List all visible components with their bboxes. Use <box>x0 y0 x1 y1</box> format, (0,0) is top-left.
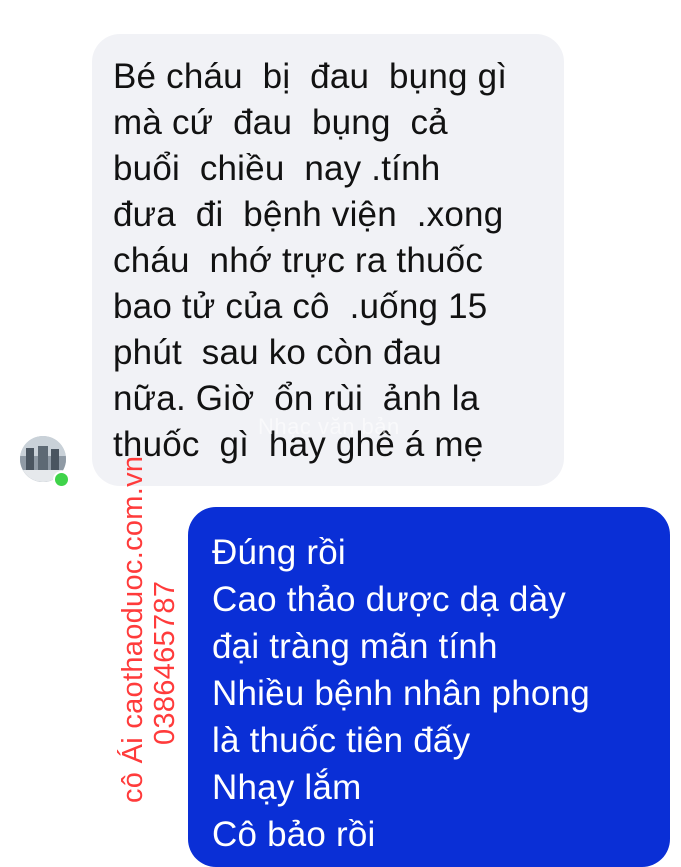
message-line: Cô bảo rồi <box>212 815 376 854</box>
message-line: mà cứ đau bụng cả <box>113 103 448 142</box>
message-line: đại tràng mãn tính <box>212 627 498 666</box>
message-line: Cao thảo dược dạ dày <box>212 580 566 619</box>
faint-watermark: Nhạc văn bản <box>258 414 400 439</box>
online-status-icon <box>53 471 70 488</box>
watermark-phone: 0386465787 <box>149 580 181 745</box>
message-line: Bé cháu bị đau bụng gì <box>113 57 508 96</box>
message-line: cháu nhớ trực ra thuốc <box>113 241 484 280</box>
chat-conversation: Bé cháu bị đau bụng gì mà cứ đau bụng cả… <box>0 0 681 867</box>
message-line: bao tử của cô .uống 15 <box>113 287 488 326</box>
message-line: phút sau ko còn đau <box>113 333 442 372</box>
message-line: Nhiều bệnh nhân phong <box>212 674 590 713</box>
message-line: buổi chiều nay .tính <box>113 149 441 188</box>
vertical-watermark: cô Ái caothaoduoc.com.vn 0386465787 <box>117 456 181 803</box>
watermark-website: cô Ái caothaoduoc.com.vn <box>117 455 149 803</box>
outgoing-message-bubble[interactable]: Đúng rồi Cao thảo dược dạ dày đại tràng … <box>188 507 670 867</box>
message-line: đưa đi bệnh viện .xong <box>113 195 504 234</box>
message-line: Đúng rồi <box>212 533 346 572</box>
message-line: là thuốc tiên đấy <box>212 721 471 760</box>
message-line: Nhạy lắm <box>212 768 362 807</box>
